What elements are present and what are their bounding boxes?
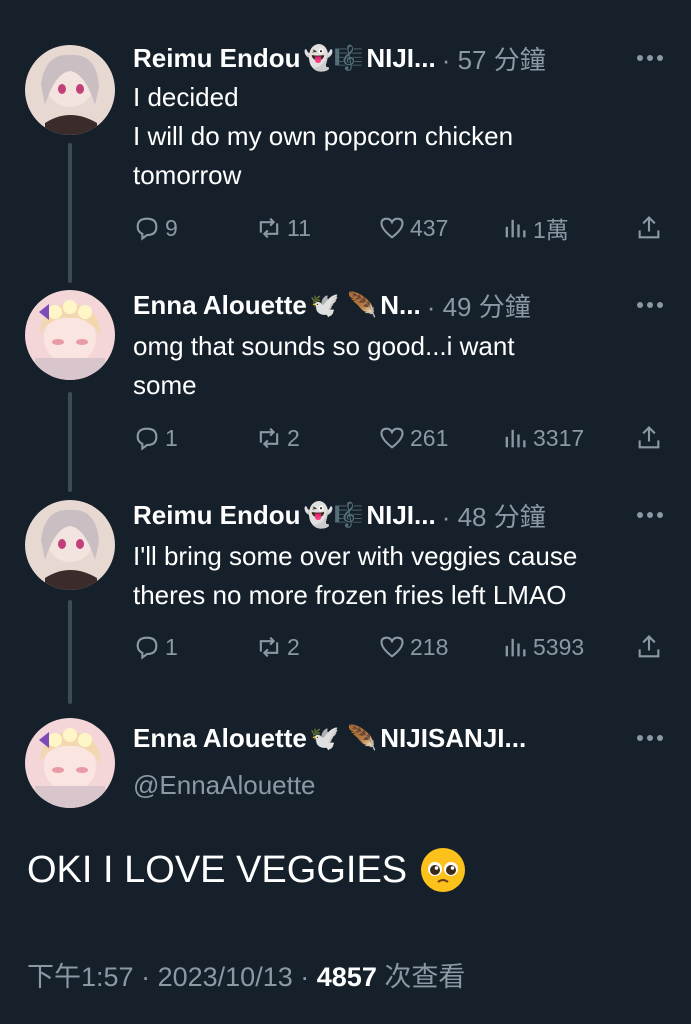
handle[interactable]: @EnnaAlouette	[133, 770, 316, 801]
tweet-text: OKI I LOVE VEGGIES	[27, 848, 408, 891]
reply-icon	[136, 427, 158, 451]
analytics-icon	[505, 219, 526, 238]
share-button[interactable]	[635, 214, 663, 242]
avatar-reimu[interactable]	[25, 45, 115, 135]
avatar-enna[interactable]	[25, 290, 115, 380]
action-bar: 1 2 218 5393	[133, 629, 663, 665]
tweet[interactable]: Reimu Endou 👻🎼 NIJI... · 57 分鐘 I decided…	[0, 38, 691, 258]
display-name[interactable]: Reimu Endou	[133, 500, 301, 531]
retweet-icon	[259, 636, 279, 658]
tweet-header: Enna Alouette 🕊️ 🪶 N... · 49 分鐘	[133, 285, 663, 325]
tweet-meta: 下午1:57 · 2023/10/13 · 4857 次查看	[27, 962, 466, 992]
tweet-time[interactable]: 下午1:57	[27, 962, 134, 992]
reply-icon	[136, 636, 158, 660]
more-icon[interactable]	[637, 735, 663, 741]
analytics-icon	[505, 638, 526, 657]
name-emoji: 👻🎼	[303, 501, 364, 529]
reply-button[interactable]: 9	[133, 214, 178, 242]
like-button[interactable]: 261	[378, 424, 448, 452]
name-suffix[interactable]: NIJISANJI...	[380, 723, 526, 754]
like-button[interactable]: 437	[378, 214, 448, 242]
share-icon	[638, 635, 660, 658]
reply-button[interactable]: 1	[133, 633, 178, 661]
name-emoji: 🕊️ 🪶	[309, 724, 378, 752]
views-count: 4857	[316, 962, 377, 992]
display-name[interactable]: Enna Alouette	[133, 723, 307, 754]
avatar-enna[interactable]	[25, 718, 115, 808]
reply-button[interactable]: 1	[133, 424, 178, 452]
tweet-header: Enna Alouette 🕊️ 🪶 NIJISANJI...	[133, 718, 663, 758]
tweet[interactable]: Enna Alouette 🕊️ 🪶 N... · 49 分鐘 omg that…	[0, 285, 691, 485]
name-emoji: 🕊️ 🪶	[309, 291, 378, 319]
share-icon	[638, 216, 660, 239]
reply-icon	[136, 217, 158, 241]
analytics-icon	[505, 429, 526, 448]
name-emoji: 👻🎼	[303, 44, 364, 72]
views-label: 次查看	[384, 962, 466, 992]
more-icon[interactable]	[637, 512, 663, 518]
action-bar: 1 2 261 3317	[133, 420, 663, 456]
heart-icon	[380, 427, 404, 449]
more-icon[interactable]	[637, 55, 663, 61]
timestamp[interactable]: · 49 分鐘	[427, 287, 531, 324]
name-suffix[interactable]: NIJI...	[366, 43, 435, 74]
display-name[interactable]: Reimu Endou	[133, 43, 301, 74]
retweet-button[interactable]: 2	[255, 633, 300, 661]
tweet-text: I'll bring some over with veggies cause …	[133, 541, 578, 610]
focused-tweet-text: OKI I LOVE VEGGIES	[27, 848, 466, 892]
tweet-text: omg that sounds so good...i want some	[133, 331, 515, 400]
tweet-header: Reimu Endou 👻🎼 NIJI... · 48 分鐘	[133, 495, 663, 535]
share-button[interactable]	[635, 633, 663, 661]
focused-tweet: Enna Alouette 🕊️ 🪶 NIJISANJI... @EnnaAlo…	[0, 718, 691, 828]
name-suffix[interactable]: NIJI...	[366, 500, 435, 531]
share-button[interactable]	[635, 424, 663, 452]
views-button[interactable]: 5393	[501, 633, 584, 661]
retweet-button[interactable]: 2	[255, 424, 300, 452]
action-bar: 9 11 437 1萬	[133, 210, 663, 246]
like-button[interactable]: 218	[378, 633, 448, 661]
timestamp[interactable]: · 48 分鐘	[442, 497, 546, 534]
timestamp[interactable]: · 57 分鐘	[442, 40, 546, 77]
avatar-reimu[interactable]	[25, 500, 115, 590]
share-icon	[638, 426, 660, 449]
tweet[interactable]: Reimu Endou 👻🎼 NIJI... · 48 分鐘 I'll brin…	[0, 495, 691, 695]
retweet-icon	[259, 217, 279, 239]
views-button[interactable]: 1萬	[501, 211, 569, 245]
name-suffix[interactable]: N...	[380, 290, 420, 321]
retweet-icon	[259, 427, 279, 449]
tweet-header: Reimu Endou 👻🎼 NIJI... · 57 分鐘	[133, 38, 663, 78]
display-name[interactable]: Enna Alouette	[133, 290, 307, 321]
retweet-button[interactable]: 11	[255, 214, 311, 242]
pleading-face-icon	[421, 848, 466, 892]
views-button[interactable]: 3317	[501, 424, 584, 452]
heart-icon	[380, 636, 404, 658]
tweet-date[interactable]: 2023/10/13	[158, 962, 293, 992]
heart-icon	[380, 217, 404, 239]
tweet-text: I decided I will do my own popcorn chick…	[133, 82, 514, 190]
more-icon[interactable]	[637, 302, 663, 308]
